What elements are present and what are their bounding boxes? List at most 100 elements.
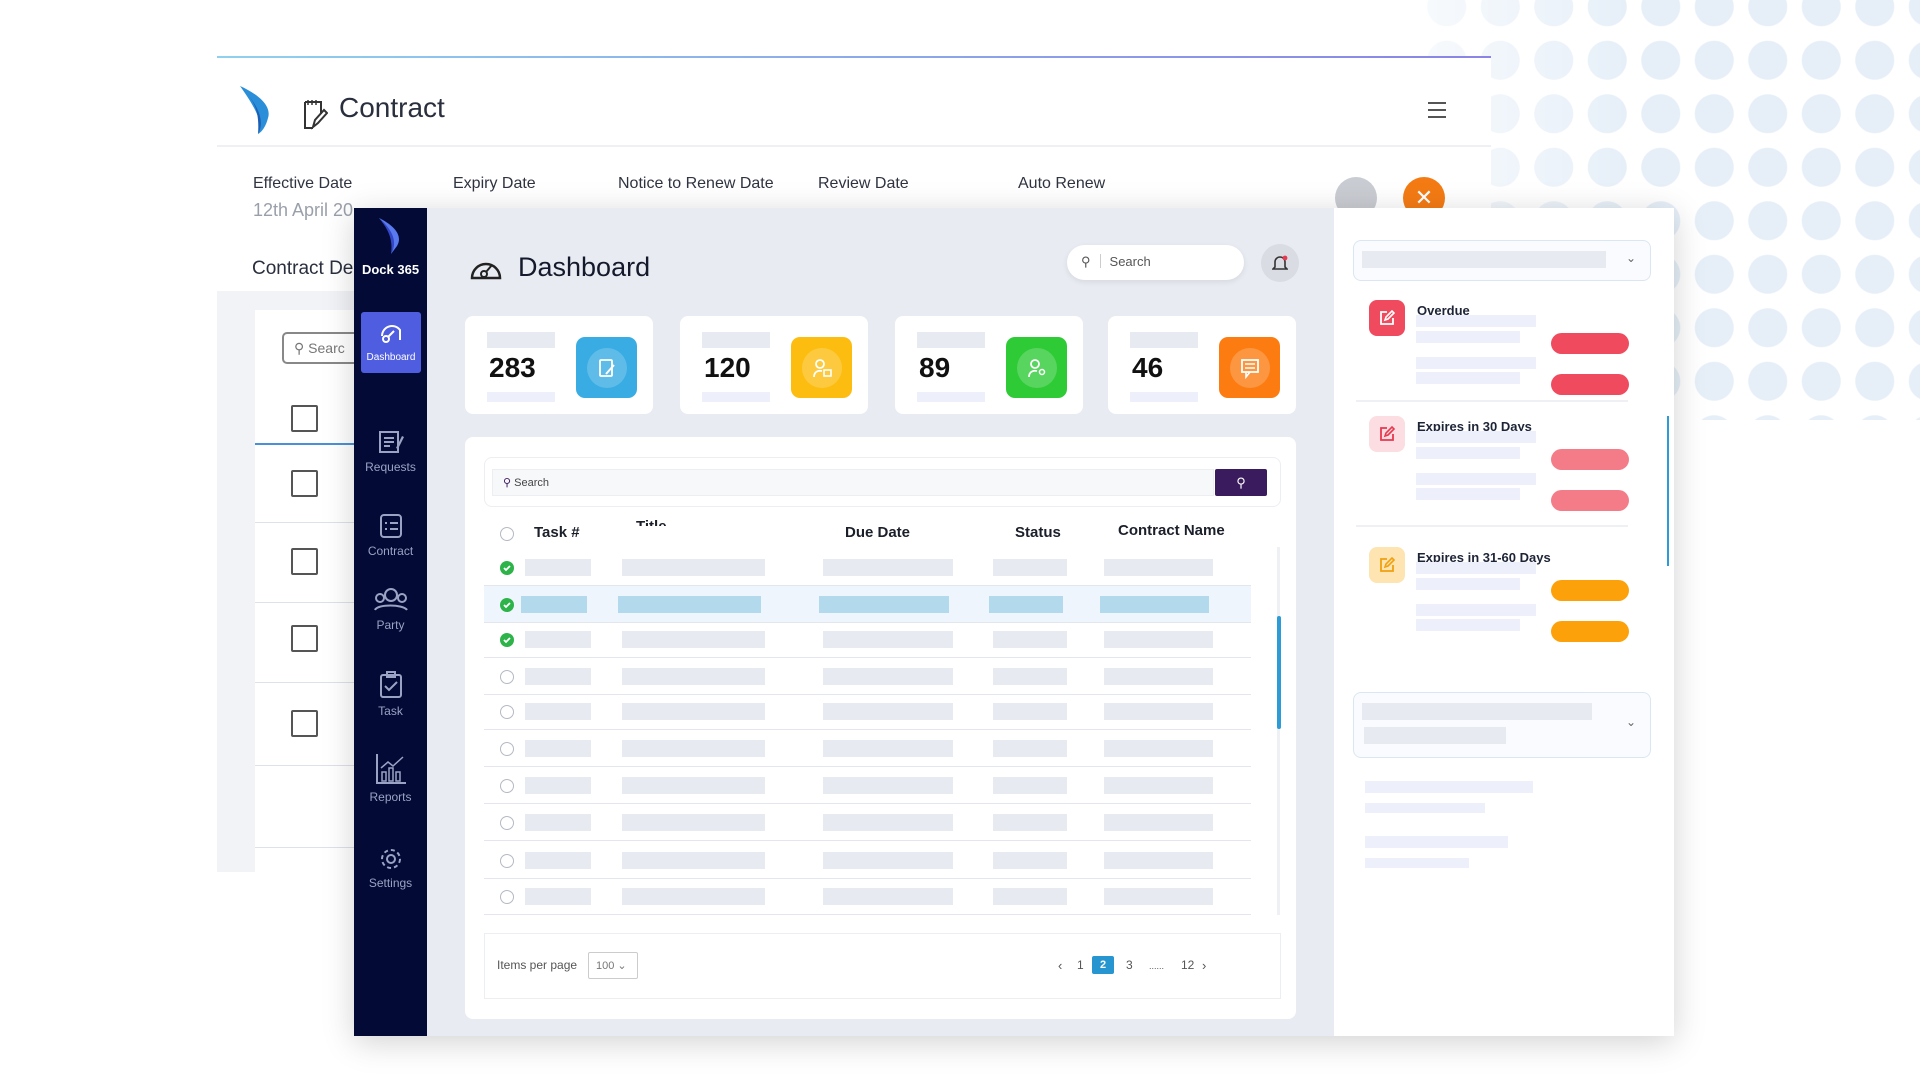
incomplete-check-icon[interactable]	[500, 670, 514, 684]
cell-placeholder	[993, 668, 1067, 685]
sidebar-item-party[interactable]: Party	[354, 586, 427, 632]
table-row[interactable]	[484, 878, 1251, 915]
column-header-contract-name[interactable]: Contract Name	[1118, 522, 1225, 539]
sidebar-item-contract[interactable]: Contract	[354, 512, 427, 558]
page-3[interactable]: 3	[1126, 958, 1133, 972]
cell-placeholder	[823, 703, 953, 720]
user-idea-icon	[1006, 337, 1067, 398]
stat-sublabel-placeholder	[1130, 392, 1198, 402]
sidebar-item-reports[interactable]: Reports	[354, 752, 427, 804]
message-icon	[1219, 337, 1280, 398]
table-row[interactable]	[484, 693, 1251, 730]
sidebar-item-label: Contract	[367, 544, 414, 558]
items-per-page-select[interactable]: 100 ⌄	[588, 952, 638, 979]
background-search-input[interactable]: ⚲ Searc	[282, 332, 362, 364]
column-header-due-date[interactable]: Due Date	[845, 524, 910, 541]
completed-check-icon[interactable]	[500, 633, 514, 647]
cell-placeholder	[622, 559, 765, 576]
alert-pill-button[interactable]	[1551, 449, 1629, 470]
right-filter-dropdown[interactable]: ⌄	[1353, 240, 1651, 281]
cell-placeholder	[521, 596, 587, 613]
header-search-input[interactable]: ⚲ Search	[1067, 245, 1244, 280]
row-checkbox[interactable]	[291, 470, 318, 497]
row-divider	[255, 522, 355, 523]
search-icon: ⚲	[1081, 254, 1091, 269]
sidebar-item-dashboard[interactable]: Dashboard	[361, 312, 421, 373]
sidebar-item-label: Party	[376, 618, 405, 632]
table-row[interactable]	[484, 767, 1251, 804]
table-row[interactable]	[484, 549, 1251, 586]
incomplete-check-icon[interactable]	[500, 742, 514, 756]
incomplete-check-icon[interactable]	[500, 779, 514, 793]
table-row[interactable]	[484, 730, 1251, 767]
page-2-current[interactable]: 2	[1092, 956, 1114, 974]
table-row[interactable]	[484, 586, 1251, 623]
stat-card-contracts[interactable]: 283	[465, 316, 653, 414]
sidebar-item-requests[interactable]: Requests	[354, 426, 427, 474]
alert-pill-button[interactable]	[1551, 333, 1629, 354]
table-search-input[interactable]: ⚲ Search	[492, 469, 1214, 496]
incomplete-check-icon[interactable]	[500, 705, 514, 719]
chevron-down-icon: ⌄	[1625, 251, 1636, 265]
alert-pill-button[interactable]	[1551, 580, 1629, 601]
column-header-task[interactable]: Task #	[534, 524, 580, 541]
cell-placeholder	[823, 559, 953, 576]
stat-card-tasks[interactable]: 46	[1108, 316, 1296, 414]
completed-check-icon[interactable]	[500, 598, 514, 612]
column-header-status[interactable]: Status	[1015, 524, 1061, 541]
completed-check-icon[interactable]	[500, 561, 514, 575]
cell-placeholder	[622, 740, 765, 757]
row-checkbox[interactable]	[291, 405, 318, 432]
edit-icon	[1369, 416, 1405, 452]
field-label-review-date: Review Date	[818, 175, 909, 192]
select-all-checkbox[interactable]	[500, 527, 514, 541]
placeholder-line	[1416, 372, 1520, 384]
cell-placeholder	[525, 631, 591, 648]
alert-pill-button[interactable]	[1551, 374, 1629, 395]
incomplete-check-icon[interactable]	[500, 890, 514, 904]
cell-placeholder	[1104, 852, 1213, 869]
stat-card-parties[interactable]: 89	[895, 316, 1083, 414]
cell-placeholder	[993, 703, 1067, 720]
table-row[interactable]	[484, 804, 1251, 841]
row-checkbox[interactable]	[291, 625, 318, 652]
incomplete-check-icon[interactable]	[500, 854, 514, 868]
placeholder-line	[1365, 781, 1533, 793]
field-label-effective-date: Effective Date	[253, 175, 353, 192]
next-page-button[interactable]: ›	[1202, 958, 1206, 973]
notification-button[interactable]	[1261, 244, 1299, 282]
placeholder-line	[1416, 604, 1536, 616]
alert-pill-button[interactable]	[1551, 621, 1629, 642]
alert-pill-button[interactable]	[1551, 490, 1629, 511]
stat-sublabel-placeholder	[917, 392, 985, 402]
sidebar-item-task[interactable]: Task	[354, 670, 427, 718]
prev-page-button[interactable]: ‹	[1058, 958, 1062, 973]
table-scrollbar-thumb[interactable]	[1277, 616, 1281, 729]
page-1[interactable]: 1	[1077, 958, 1084, 972]
gear-icon	[380, 849, 401, 869]
hamburger-menu-icon[interactable]	[1428, 102, 1446, 118]
page-12[interactable]: 12	[1181, 958, 1194, 972]
cell-placeholder	[1104, 814, 1213, 831]
stat-label-placeholder	[917, 332, 985, 348]
contract-details-tab[interactable]: Contract De	[252, 258, 353, 280]
right-second-dropdown[interactable]: ⌄	[1353, 692, 1651, 758]
cell-placeholder	[823, 852, 953, 869]
table-row[interactable]	[484, 658, 1251, 695]
row-checkbox[interactable]	[291, 710, 318, 737]
page-title: Dashboard	[518, 252, 651, 282]
table-search-button[interactable]: ⚲	[1215, 469, 1267, 496]
row-checkbox[interactable]	[291, 548, 318, 575]
table-row[interactable]	[484, 621, 1251, 658]
column-header-title[interactable]: Title	[636, 518, 667, 526]
dock-logo	[240, 86, 269, 134]
table-row[interactable]	[484, 842, 1251, 879]
right-panel-scrollbar[interactable]	[1667, 416, 1669, 566]
stat-card-requests[interactable]: 120	[680, 316, 868, 414]
sidebar-item-settings[interactable]: Settings	[354, 846, 427, 890]
placeholder-line	[1416, 488, 1520, 500]
table-scrollbar[interactable]	[1277, 547, 1280, 915]
incomplete-check-icon[interactable]	[500, 816, 514, 830]
cell-placeholder	[618, 596, 761, 613]
placeholder-line	[1416, 473, 1536, 485]
